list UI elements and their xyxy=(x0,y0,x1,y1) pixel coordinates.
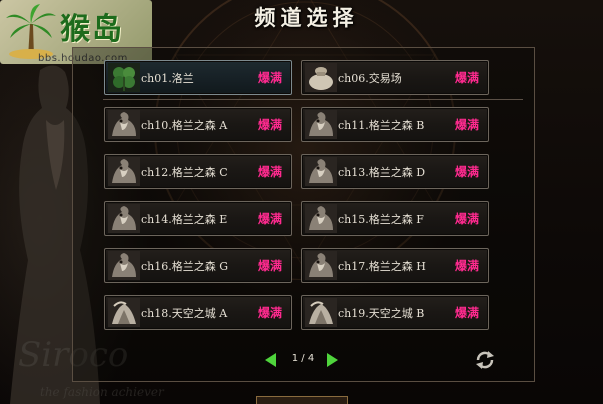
window-title: 频道选择 xyxy=(254,6,359,30)
beast-icon xyxy=(108,157,140,186)
channel-button[interactable]: ch10.格兰之森 A 爆满 xyxy=(104,107,292,142)
channel-status-badge: 爆满 xyxy=(454,118,479,132)
channel-status-badge: 爆满 xyxy=(454,165,479,179)
beast-icon xyxy=(108,110,140,139)
background-signature-sub: the fashion achiever xyxy=(40,385,164,399)
channel-status-badge: 爆满 xyxy=(454,306,479,320)
money-bag-icon xyxy=(305,63,337,92)
channel-button[interactable]: ch14.格兰之森 E 爆满 xyxy=(104,201,292,236)
channel-button[interactable]: ch13.格兰之森 D 爆满 xyxy=(301,154,489,189)
channel-name: ch13.格兰之森 D xyxy=(338,166,426,179)
channel-name: ch15.格兰之森 F xyxy=(338,213,424,226)
channel-button[interactable]: ch16.格兰之森 G 爆满 xyxy=(104,248,292,283)
channel-status-badge: 爆满 xyxy=(454,212,479,226)
beast-icon xyxy=(305,110,337,139)
page-indicator: 1 / 4 xyxy=(291,353,315,364)
channel-button[interactable]: ch11.格兰之森 B 爆满 xyxy=(301,107,489,142)
channel-name: ch16.格兰之森 G xyxy=(141,260,229,273)
channel-button[interactable]: ch18.天空之城 A 爆满 xyxy=(104,295,292,330)
arrow-right-icon[interactable] xyxy=(327,353,338,367)
channel-button[interactable]: ch01.洛兰 爆满 xyxy=(104,60,292,95)
channel-status-badge: 爆满 xyxy=(257,71,282,85)
channel-status-badge: 爆满 xyxy=(454,71,479,85)
channel-status-badge: 爆满 xyxy=(257,118,282,132)
bottom-frame-decoration xyxy=(256,396,348,404)
channel-status-badge: 爆满 xyxy=(257,212,282,226)
clover-icon xyxy=(108,63,140,92)
channel-status-badge: 爆满 xyxy=(257,306,282,320)
channel-name: ch17.格兰之森 H xyxy=(338,260,426,273)
beast-icon xyxy=(305,157,337,186)
beast-icon xyxy=(108,204,140,233)
sky-castle-icon xyxy=(108,298,140,327)
channel-name: ch01.洛兰 xyxy=(141,72,194,85)
channel-status-badge: 爆满 xyxy=(454,259,479,273)
sky-castle-icon xyxy=(305,298,337,327)
channel-name: ch10.格兰之森 A xyxy=(141,119,228,132)
channel-name: ch19.天空之城 B xyxy=(338,307,425,320)
refresh-icon[interactable] xyxy=(474,349,496,371)
channel-name: ch12.格兰之森 C xyxy=(141,166,228,179)
pagination: 1 / 4 xyxy=(265,352,343,368)
channel-name: ch06.交易场 xyxy=(338,72,402,85)
channel-name: ch11.格兰之森 B xyxy=(338,119,425,132)
arrow-left-icon[interactable] xyxy=(265,353,276,367)
beast-icon xyxy=(305,204,337,233)
channel-name: ch18.天空之城 A xyxy=(141,307,228,320)
channel-status-badge: 爆满 xyxy=(257,165,282,179)
beast-icon xyxy=(305,251,337,280)
channel-button[interactable]: ch12.格兰之森 C 爆满 xyxy=(104,154,292,189)
channel-button[interactable]: ch15.格兰之森 F 爆满 xyxy=(301,201,489,236)
beast-icon xyxy=(108,251,140,280)
channel-button[interactable]: ch06.交易场 爆满 xyxy=(301,60,489,95)
panel-divider xyxy=(103,99,523,100)
channel-button[interactable]: ch17.格兰之森 H 爆满 xyxy=(301,248,489,283)
channel-button[interactable]: ch19.天空之城 B 爆满 xyxy=(301,295,489,330)
channel-name: ch14.格兰之森 E xyxy=(141,213,228,226)
channel-status-badge: 爆满 xyxy=(257,259,282,273)
